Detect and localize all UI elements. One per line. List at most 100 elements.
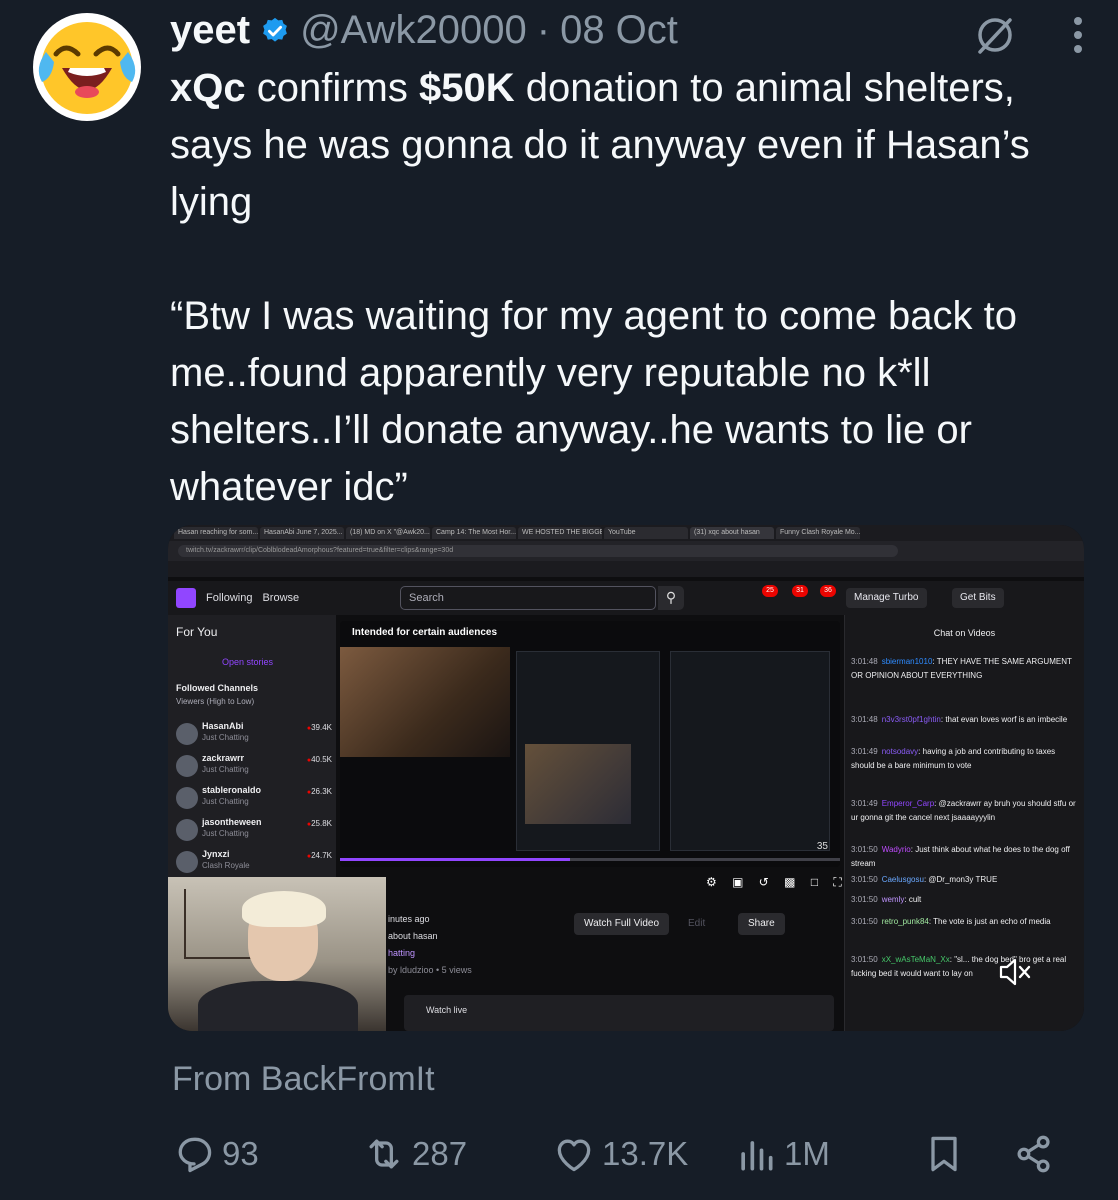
clip-info: inutes ago about hasan hatting by ldudzi… — [388, 911, 472, 979]
nav-following[interactable]: Following — [206, 592, 252, 604]
open-stories-link[interactable]: Open stories — [222, 657, 273, 667]
reply-button[interactable]: 93 — [172, 1132, 259, 1176]
channel-game: Clash Royale — [202, 861, 250, 870]
url-field[interactable]: twitch.tv/zackrawrr/clip/CoblblodeadAmor… — [178, 545, 898, 557]
browser-tab[interactable]: Hasan reaching for som... — [174, 527, 258, 539]
tweet-date[interactable]: 08 Oct — [560, 8, 678, 53]
chat-message: 3:01:49 notsodavy: having a job and contr… — [851, 745, 1079, 773]
browser-tab[interactable]: HasanAbi June 7, 2025... — [260, 527, 344, 539]
search-icon[interactable]: ⚲ — [658, 586, 684, 610]
browser-tab[interactable]: Camp 14: The Most Hor... — [432, 527, 516, 539]
video-monitor — [516, 651, 660, 851]
edit-button[interactable]: Edit — [688, 913, 705, 935]
bookmark-button[interactable] — [922, 1132, 966, 1176]
channel-avatar — [176, 723, 198, 745]
chat-message: 3:01:50 xX_wAsTeMaN_Xx: "sl... the dog be… — [851, 953, 1079, 981]
sidebar-channel[interactable]: HasanAbi Just Chatting 39.4K — [176, 719, 332, 749]
chat-username[interactable]: wemly — [882, 895, 905, 904]
chat-message: 3:01:50 Wadyrio: Just think about what he… — [851, 843, 1079, 871]
followed-channels-heading: Followed Channels — [176, 683, 259, 693]
clip-category[interactable]: hatting — [388, 945, 472, 962]
tweet-actions: 93 287 13.7K 1M — [172, 1132, 1062, 1188]
sort-label[interactable]: Viewers (High to Low) — [176, 697, 254, 706]
browser-tabbar: Hasan reaching for som... HasanAbi June … — [168, 525, 1084, 541]
webcam-person-body — [198, 981, 358, 1031]
chat-timestamp: 3:01:49 — [851, 747, 878, 756]
chat-username[interactable]: retro_punk84 — [882, 917, 929, 926]
chat-timestamp: 3:01:49 — [851, 799, 878, 808]
channel-avatar — [176, 819, 198, 841]
channel-name: zackrawrr — [202, 753, 245, 763]
audience-label: Intended for certain audiences — [352, 627, 498, 638]
video-monitor — [670, 651, 830, 851]
share-icon — [1017, 1135, 1050, 1173]
user-avatar[interactable] — [32, 12, 142, 122]
clip-video-player[interactable]: Intended for certain audiences 35 — [340, 621, 840, 867]
chat-username[interactable]: sbierman1010 — [882, 657, 933, 666]
video-number: 35 — [816, 841, 828, 852]
video-frame — [340, 647, 510, 757]
browser-tab[interactable]: YouTube — [604, 527, 688, 539]
nav-browse[interactable]: Browse — [262, 592, 299, 604]
clip-author: by ldudzioo • 5 views — [388, 965, 472, 975]
views-button[interactable]: 1M — [734, 1132, 830, 1176]
browser-tab[interactable]: WE HOSTED THE BIGGE... — [518, 527, 602, 539]
mute-icon[interactable] — [998, 957, 1032, 987]
sidebar-channel[interactable]: zackrawrr Just Chatting 40.5K — [176, 751, 332, 781]
chat-username[interactable]: xX_wAsTeMaN_Xx — [882, 955, 950, 964]
channel-viewers: 25.8K — [307, 819, 332, 828]
retweet-count: 287 — [412, 1135, 468, 1172]
channel-viewers: 26.3K — [307, 787, 332, 796]
like-icon — [557, 1139, 591, 1172]
like-button[interactable]: 13.7K — [552, 1132, 688, 1176]
twitch-topnav: Following Browse Search ⚲ 25 31 36 Manag… — [168, 581, 1084, 615]
browser-tab[interactable]: (18) MD on X "@Awk20... — [346, 527, 430, 539]
chat-username[interactable]: Caelusgosu — [882, 875, 924, 884]
for-you-heading: For You — [176, 625, 218, 639]
chat-timestamp: 3:01:50 — [851, 955, 878, 964]
display-name[interactable]: yeet — [170, 8, 250, 53]
retweet-button[interactable]: 287 — [362, 1132, 467, 1176]
chat-username[interactable]: Emperor_Carp — [882, 799, 934, 808]
chat-text: that evan loves worf is an imbecile — [945, 715, 1068, 724]
chat-timestamp: 3:01:48 — [851, 715, 878, 724]
watch-full-video-button[interactable]: Watch Full Video — [574, 913, 670, 935]
clip-title: about hasan — [388, 931, 438, 941]
views-icon — [741, 1141, 773, 1171]
watch-live-bar[interactable]: Watch live — [404, 995, 834, 1031]
text-mid: confirms — [245, 66, 419, 110]
channel-avatar — [176, 851, 198, 873]
browser-tab-active[interactable]: (31) xqc about hasan — [690, 527, 774, 539]
clip-time: inutes ago — [388, 914, 430, 924]
share-clip-button[interactable]: Share — [738, 913, 785, 935]
get-bits-button[interactable]: Get Bits — [952, 588, 1004, 608]
manage-turbo-button[interactable]: Manage Turbo — [846, 588, 927, 608]
twitch-search-input[interactable]: Search — [400, 586, 656, 610]
share-button[interactable] — [1012, 1132, 1056, 1176]
sidebar-channel[interactable]: Jynxzi Clash Royale 24.7K — [176, 847, 332, 877]
sidebar-channel[interactable]: jasontheween Just Chatting 25.8K — [176, 815, 332, 845]
video-progress-fill — [340, 858, 570, 861]
reply-count: 93 — [222, 1135, 259, 1172]
chat-message: 3:01:50 Caelusgosu: @Dr_mon3y TRUE — [851, 873, 1079, 887]
tweet-media[interactable]: Hasan reaching for som... HasanAbi June … — [168, 525, 1084, 1031]
sidebar-channel[interactable]: stableronaldo Just Chatting 26.3K — [176, 783, 332, 813]
source-label: From BackFromIt — [172, 1060, 435, 1098]
view-count: 1M — [784, 1135, 830, 1172]
twitch-logo-icon[interactable] — [176, 588, 196, 608]
grok-icon[interactable] — [974, 14, 1016, 56]
player-controls[interactable]: ⚙ ▣ ↺ ▩ □ ⛶ — [706, 875, 848, 890]
video-progress[interactable] — [340, 858, 840, 861]
chat-message: 3:01:50 retro_punk84: The vote is just an… — [851, 915, 1079, 929]
chat-username[interactable]: n3v3rst0pf1ghtin — [882, 715, 941, 724]
user-handle[interactable]: @Awk20000 — [300, 8, 527, 53]
chat-username[interactable]: Wadyrio — [882, 845, 911, 854]
channel-game: Just Chatting — [202, 797, 249, 806]
chat-username[interactable]: notsodavy — [882, 747, 918, 756]
more-icon[interactable] — [1072, 15, 1084, 55]
notification-badge: 36 — [820, 585, 836, 597]
browser-tab[interactable]: Funny Clash Royale Mo... — [776, 527, 860, 539]
channel-name: stableronaldo — [202, 785, 262, 795]
video-inner-frame — [525, 744, 631, 824]
chat-timestamp: 3:01:48 — [851, 657, 878, 666]
